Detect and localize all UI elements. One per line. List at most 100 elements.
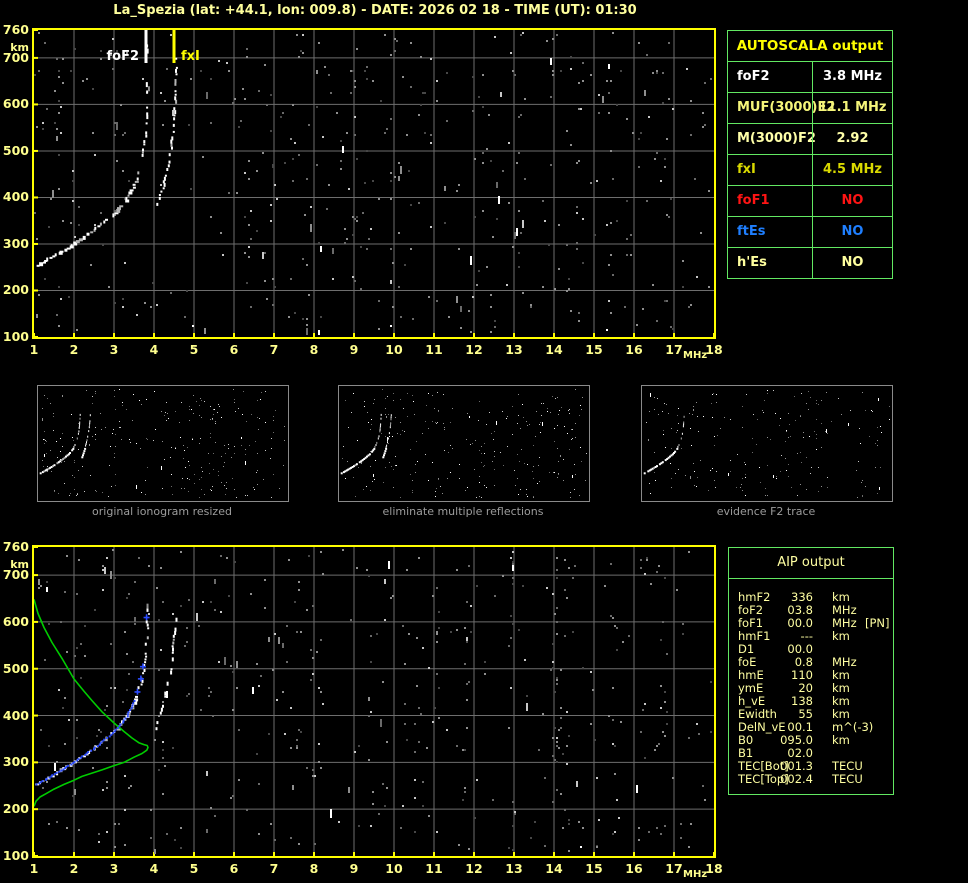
y-axis-tick-label: 200 [2, 801, 29, 817]
grid-lines [34, 30, 714, 337]
parameter-value: 001.3 [780, 758, 813, 773]
aip-ionogram-plot [32, 545, 716, 858]
x-axis-tick-label: 13 [505, 342, 523, 357]
parameter-unit: km [832, 589, 850, 604]
parameter-value: 02.0 [787, 745, 813, 760]
parameter-unit: km [832, 680, 850, 695]
parameter-unit: MHz [832, 615, 857, 630]
x-axis-unit-label: MHz [683, 869, 708, 880]
parameter-unit: km [832, 693, 850, 708]
electron-density-profile [33, 599, 149, 807]
fitted-trace [35, 614, 150, 786]
x-axis-tick-label: 16 [625, 861, 643, 876]
x-axis-tick-label: 16 [625, 342, 643, 357]
x-axis-tick-label: 4 [149, 861, 159, 876]
y-axis-tick-label: 500 [2, 142, 29, 158]
x-axis-tick-label: 10 [385, 342, 403, 357]
x-axis-tick-label: 12 [465, 342, 483, 357]
x-axis-tick-label: 2 [69, 861, 79, 876]
autoscala-row-ftes: ftEs NO [728, 216, 892, 247]
x-axis-tick-label: 14 [545, 861, 563, 876]
y-axis-tick-label: 600 [2, 96, 29, 112]
aip-row-b1: B1 02.0 [729, 745, 893, 760]
autoscala-row-muf3000f2: MUF(3000)F2 11.1 MHz [728, 92, 892, 123]
aip-row-b0: B0 095.0 km [729, 732, 893, 747]
fxi-marker-line [172, 30, 176, 63]
x-axis-tick-label: 5 [189, 861, 199, 876]
thumbnail-evidence-f2-trace [641, 385, 893, 502]
y-axis-tick-label: 760 [2, 539, 29, 554]
x-axis-tick-label: 11 [425, 342, 443, 357]
parameter-unit: km [832, 667, 850, 682]
x-axis-tick-label: 4 [149, 342, 159, 357]
x-axis-unit-label: MHz [683, 350, 708, 361]
parameter-name: ftEs [737, 224, 766, 239]
aip-row-fof2: foF2 03.8 MHz [729, 602, 893, 617]
parameter-value: 03.8 [787, 602, 813, 617]
aip-row-hmf1: hmF1 --- km [729, 628, 893, 643]
o-mode-trace [39, 413, 81, 475]
x-axis-tick-label: 9 [349, 861, 359, 876]
y-axis-tick-label: 200 [2, 282, 29, 298]
parameter-unit: m^(-3) [832, 719, 874, 734]
x-axis-tick-label: 3 [109, 861, 119, 876]
parameter-unit: km [832, 732, 850, 747]
o-mode-trace [340, 413, 382, 475]
parameter-value: 20 [798, 680, 813, 695]
aip-row-ewidth: Ewidth 55 km [729, 706, 893, 721]
thumbnail-caption: evidence F2 trace [716, 505, 816, 518]
fxi-marker-label: fxI [181, 49, 200, 64]
plot-border [32, 28, 716, 339]
parameter-unit: MHz [832, 602, 857, 617]
x-axis-tick-label: 5 [189, 342, 199, 357]
x-axis-tick-label: 9 [349, 342, 359, 357]
autoscala-screen: La_Spezia (lat: +44.1, lon: 009.8) - DAT… [0, 0, 968, 883]
noise-speckle [38, 549, 712, 854]
autoscala-row-fof2: foF2 3.8 MHz [728, 61, 892, 92]
parameter-value: NO [812, 217, 892, 247]
x-mode-trace [155, 627, 177, 731]
x-axis-tick-label: 1 [29, 861, 39, 876]
autoscala-row-m3000f2: M(3000)F2 2.92 [728, 123, 892, 154]
x-axis-tick-label: 2 [69, 342, 79, 357]
thumbnail-caption: eliminate multiple reflections [382, 505, 544, 518]
aip-row-yme: ymE 20 km [729, 680, 893, 695]
aip-row-fof1: foF1 00.0 MHz [PN] [729, 615, 893, 630]
noise-speckle [42, 389, 285, 498]
parameter-unit: TECU [832, 758, 863, 773]
y-axis-tick-label: 100 [2, 848, 29, 863]
fof2-marker-label: foF2 [106, 49, 139, 64]
x-axis-tick-label: 13 [505, 861, 523, 876]
x-axis-tick-label: 14 [545, 342, 563, 357]
y-axis-tick-label: 300 [2, 754, 29, 770]
parameter-value: 002.4 [780, 771, 813, 786]
y-axis-tick-label: 400 [2, 189, 29, 205]
autoscala-table-rows: foF2 3.8 MHz MUF(3000)F2 11.1 MHz M(3000)F2 2… [728, 61, 892, 278]
parameter-note: [PN] [865, 615, 890, 630]
parameter-name: foF2 [737, 69, 770, 84]
parameter-unit: km [832, 628, 850, 643]
parameter-value: 2.92 [812, 124, 892, 154]
parameter-name: foE [738, 654, 757, 669]
parameter-name: D1 [738, 641, 755, 656]
thumbnail-eliminate-reflections [338, 385, 590, 502]
x-axis-tick-label: 6 [229, 342, 239, 357]
parameter-name: fxI [737, 162, 756, 177]
axis-ticks [33, 29, 715, 338]
parameter-value: --- [800, 628, 813, 643]
parameter-value: NO [812, 186, 892, 216]
x-axis-tick-label: 7 [269, 342, 279, 357]
y-axis-tick-label: 100 [2, 329, 29, 344]
x-axis-tick-label: 15 [585, 861, 603, 876]
parameter-value: 55 [798, 706, 813, 721]
station-title: La_Spezia (lat: +44.1, lon: 009.8) - DAT… [113, 3, 637, 18]
noise-speckle [34, 32, 712, 335]
parameter-value: 4.5 MHz [812, 155, 892, 185]
parameter-name: foF1 [737, 193, 770, 208]
y-axis-tick-label: 600 [2, 613, 29, 629]
parameter-unit: km [832, 706, 850, 721]
y-axis-unit-label: km [10, 41, 29, 54]
parameter-value: 336 [791, 589, 813, 604]
thumbnail-plot [643, 390, 890, 498]
x-axis-tick-label: 6 [229, 861, 239, 876]
